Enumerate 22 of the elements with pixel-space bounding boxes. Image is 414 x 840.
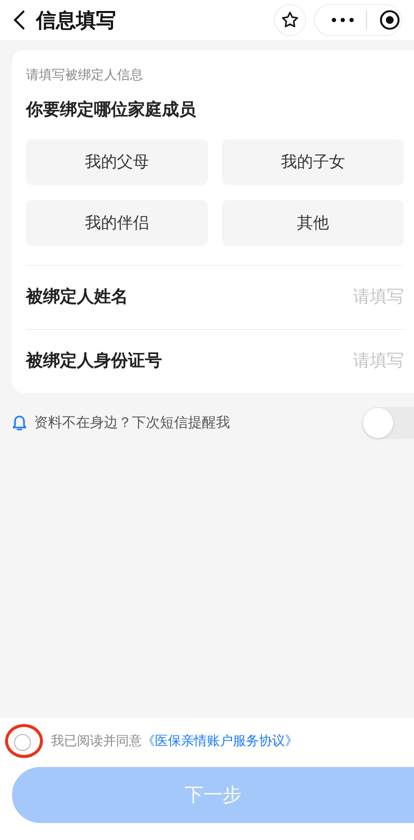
more-icon[interactable] — [331, 17, 354, 23]
field-label: 被绑定人身份证号 — [26, 350, 162, 373]
page-title: 信息填写 — [36, 7, 116, 34]
star-icon[interactable] — [280, 10, 300, 30]
text-input[interactable]: 请填写 — [314, 284, 404, 310]
field-label: 被绑定人姓名 — [26, 286, 128, 309]
text-input[interactable]: 请填写 — [314, 348, 404, 374]
star-button[interactable] — [274, 4, 306, 36]
option-button[interactable]: 我的伴侣 — [26, 200, 208, 246]
option-button[interactable]: 我的父母 — [26, 139, 208, 185]
bell-icon — [12, 413, 28, 433]
agreement-link[interactable]: 《医保亲情账户服务协议》 — [142, 732, 298, 752]
close-icon[interactable] — [379, 9, 401, 31]
question-text: 你要绑定哪位家庭成员 — [26, 98, 197, 122]
reminder-text: 资料不在身边？下次短信提醒我 — [34, 414, 230, 432]
toggle-switch[interactable] — [362, 407, 414, 439]
radio-button[interactable] — [14, 734, 31, 750]
agreement-text: 我已阅读并同意 — [51, 733, 142, 752]
capsule-menu[interactable] — [314, 4, 402, 36]
hint-text: 请填写被绑定人信息 — [26, 67, 144, 85]
option-button[interactable]: 其他 — [222, 200, 404, 246]
option-button[interactable]: 我的子女 — [222, 139, 404, 185]
